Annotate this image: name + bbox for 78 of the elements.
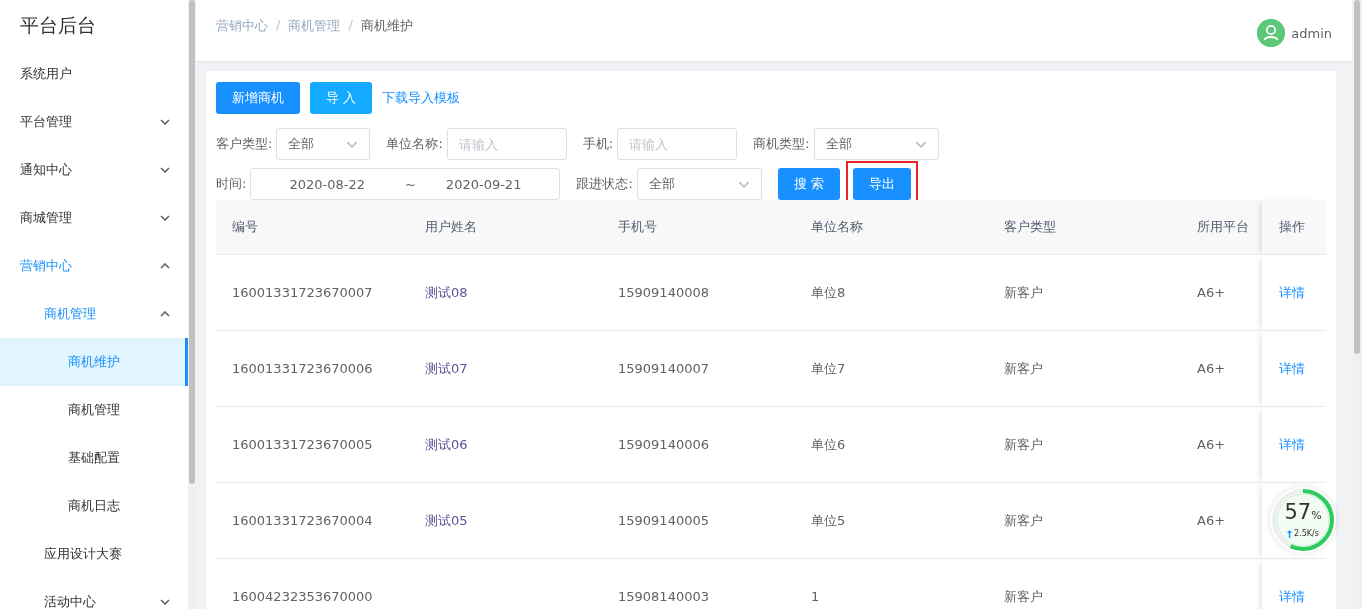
table-cell: 16001331723670005 [232, 437, 373, 452]
column-header: 用户姓名 [409, 200, 602, 255]
speed-value: 2.5K/s [1294, 529, 1319, 538]
table-cell: 16001331723670004 [232, 513, 373, 528]
table-cell: A6+ [1197, 285, 1226, 300]
percent-unit: % [1311, 509, 1322, 522]
table-cell: 15909140008 [618, 285, 709, 300]
table-cell: 测试05 [425, 512, 468, 528]
table-cell: 单位5 [811, 512, 846, 528]
table-cell: A6+ [1197, 437, 1226, 452]
table-cell: 16004232353670000 [232, 589, 373, 604]
table-cell: 1 [811, 589, 820, 604]
table-cell: 15909140007 [618, 361, 709, 376]
table-cell: 单位7 [811, 360, 846, 376]
field-label: 跟进状态: [576, 175, 633, 193]
field-label: 时间: [216, 175, 247, 193]
date-range-field[interactable]: 2020-08-22 ~ 2020-09-21 [250, 168, 561, 200]
table-cell: 15909140006 [618, 437, 709, 452]
select-field[interactable]: 全部 [276, 128, 371, 160]
select-field[interactable]: 全部 [636, 168, 762, 200]
table-cell: 16001331723670007 [232, 285, 373, 300]
breadcrumb-separator: / [276, 17, 281, 34]
table-cell: 测试08 [425, 284, 468, 300]
input-field[interactable]: 请输入 [617, 128, 738, 160]
table-cell: 16001331723670006 [232, 361, 373, 376]
column-header: 单位名称 [795, 200, 988, 255]
details-link[interactable]: 详情 [1279, 588, 1305, 604]
table-cell: 新客户 [1004, 512, 1043, 528]
details-link[interactable]: 详情 [1279, 284, 1305, 300]
menu-item[interactable]: 商机管理 [0, 290, 188, 338]
download-link[interactable]: 下载导入模板 [382, 82, 461, 114]
scrollbar-thumb[interactable] [189, 0, 195, 484]
table-cell: 15908140003 [618, 589, 709, 604]
table-cell: 测试07 [425, 360, 468, 376]
table-cell: 新客户 [1004, 588, 1043, 604]
menu-item[interactable]: 活动中心 [0, 578, 188, 609]
breadcrumb-separator: / [348, 17, 353, 34]
menu-item[interactable]: 通知中心 [0, 146, 188, 194]
menu-item[interactable]: 系统用户 [0, 50, 188, 98]
column-header: 编号 [216, 200, 409, 255]
chevron-icon [914, 140, 927, 148]
table-cell: 单位6 [811, 436, 846, 452]
table-cell: 新客户 [1004, 360, 1043, 376]
field-label: 客户类型: [216, 135, 273, 153]
table-cell: 测试06 [425, 436, 468, 452]
table-cell: 单位8 [811, 284, 846, 300]
percent-value: 57 [1284, 501, 1312, 523]
menu-item[interactable]: 商机管理 [0, 386, 188, 434]
menu-item[interactable]: 商城管理 [0, 194, 188, 242]
avatar-icon[interactable] [1257, 19, 1286, 47]
menu-item[interactable]: 营销中心 [0, 242, 188, 290]
table-cell: A6+ [1197, 513, 1226, 528]
table-cell: 新客户 [1004, 436, 1043, 452]
field-label: 商机类型: [753, 135, 810, 153]
input-field[interactable]: 请输入 [446, 128, 567, 160]
details-link[interactable]: 详情 [1279, 436, 1305, 452]
menu-item[interactable]: 应用设计大赛 [0, 530, 188, 578]
menu-item[interactable]: 商机日志 [0, 482, 188, 530]
select-field[interactable]: 全部 [813, 128, 939, 160]
table-cell: 15909140005 [618, 513, 709, 528]
chevron-icon [737, 180, 750, 188]
details-link[interactable]: 详情 [1279, 360, 1305, 376]
menu-item[interactable]: 平台管理 [0, 98, 188, 146]
breadcrumb-item: 商机维护 [360, 17, 413, 35]
app-title: 平台后台 [19, 13, 97, 38]
chevron-icon [346, 140, 359, 148]
username[interactable]: admin [1291, 25, 1332, 41]
up-arrow-icon [1287, 529, 1293, 538]
scrollbar-thumb[interactable] [1354, 0, 1360, 354]
column-header: 所用平台 [1181, 200, 1262, 255]
column-header: 操作 [1262, 200, 1326, 255]
column-header: 手机号 [602, 200, 795, 255]
field-label: 手机: [582, 135, 614, 153]
menu-item[interactable]: 基础配置 [0, 434, 188, 482]
table-cell: A6+ [1197, 361, 1226, 376]
column-header: 客户类型 [988, 200, 1181, 255]
field-label: 单位名称: [386, 135, 443, 153]
table-cell: 新客户 [1004, 284, 1043, 300]
